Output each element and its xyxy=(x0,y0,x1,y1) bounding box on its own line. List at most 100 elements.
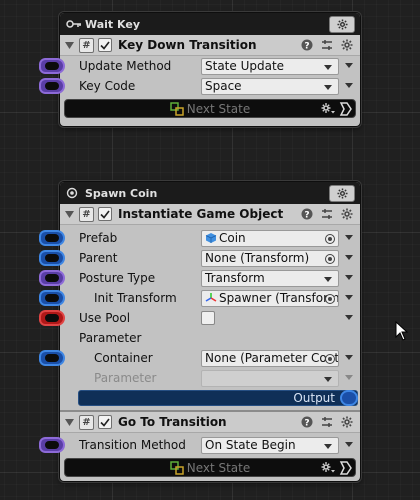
object-picker-icon[interactable] xyxy=(325,293,335,304)
help-icon[interactable]: ? xyxy=(300,207,314,221)
object-picker-icon[interactable] xyxy=(325,353,335,364)
foldout-arrow-icon[interactable] xyxy=(65,418,75,426)
component-enabled-checkbox[interactable] xyxy=(98,38,112,52)
row-menu-arrow-icon[interactable] xyxy=(345,442,353,447)
script-hash-icon: # xyxy=(79,37,94,53)
preset-icon[interactable] xyxy=(320,415,334,429)
next-state-label: Next State xyxy=(186,101,251,116)
input-port[interactable] xyxy=(39,250,65,266)
row-menu-arrow-icon[interactable] xyxy=(345,255,353,260)
state-link-icon xyxy=(169,101,184,116)
node-header[interactable]: Wait Key xyxy=(60,13,360,35)
node-spawn-coin[interactable]: Spawn Coin # Instantiate Game Object ? P… xyxy=(39,181,361,482)
update-method-dropdown[interactable]: State Update xyxy=(201,57,339,75)
next-state-bar[interactable]: Next State xyxy=(64,99,356,118)
field-label: Parent xyxy=(79,251,118,265)
parent-object-field[interactable]: None (Transform) xyxy=(201,249,339,267)
gear-icon[interactable] xyxy=(340,207,354,221)
transition-method-dropdown[interactable]: On State Begin xyxy=(201,436,339,454)
field-label: Prefab xyxy=(79,231,118,245)
input-port[interactable] xyxy=(39,437,65,453)
node-title: Spawn Coin xyxy=(85,186,158,200)
init-transform-object-field[interactable]: Spawner (Transform) xyxy=(201,289,339,307)
key-code-dropdown[interactable]: Space xyxy=(201,77,339,95)
node-title: Wait Key xyxy=(85,17,140,31)
help-icon[interactable]: ? xyxy=(300,38,314,52)
row-menu-arrow-icon[interactable] xyxy=(345,355,353,360)
component-header[interactable]: # Key Down Transition ? xyxy=(60,35,360,56)
input-port[interactable] xyxy=(39,78,65,94)
row-menu-arrow-icon[interactable] xyxy=(345,63,353,68)
foldout-arrow-icon[interactable] xyxy=(65,210,75,218)
row-menu-arrow-icon[interactable] xyxy=(345,83,353,88)
field-label: Parameter xyxy=(94,371,157,385)
input-port[interactable] xyxy=(39,58,65,74)
svg-text:?: ? xyxy=(304,419,309,429)
key-icon xyxy=(66,17,82,31)
field-label: Transition Method xyxy=(79,438,186,452)
output-port[interactable] xyxy=(340,390,358,406)
container-object-field[interactable]: None (Parameter Container) xyxy=(201,349,339,367)
row-menu-arrow-icon[interactable] xyxy=(345,235,353,240)
output-label: Output xyxy=(293,391,335,405)
parameter-dropdown xyxy=(201,369,339,387)
row-menu-arrow-icon[interactable] xyxy=(345,275,353,280)
output-port-icon[interactable] xyxy=(339,101,353,117)
component-header[interactable]: # Instantiate Game Object ? xyxy=(60,204,360,225)
field-row-parameter: Parameter xyxy=(60,368,360,388)
state-link-icon xyxy=(169,460,184,475)
field-row-update-method: Update Method State Update xyxy=(39,56,360,76)
mouse-cursor-icon xyxy=(395,320,409,344)
posture-type-dropdown[interactable]: Transform xyxy=(201,269,339,287)
node-header[interactable]: Spawn Coin xyxy=(60,182,360,204)
node-settings-button[interactable] xyxy=(329,185,355,202)
field-label: Init Transform xyxy=(94,291,177,305)
gear-icon[interactable] xyxy=(321,102,335,114)
field-row-container: Container None (Parameter Container) xyxy=(39,348,360,368)
state-circle-icon xyxy=(66,186,82,200)
input-port[interactable] xyxy=(39,310,65,326)
node-wait-key[interactable]: Wait Key # Key Down Transition ? Update … xyxy=(39,12,361,127)
next-state-label: Next State xyxy=(186,460,251,475)
script-hash-icon: # xyxy=(79,414,94,430)
next-state-bar[interactable]: Next State xyxy=(64,458,356,477)
object-picker-icon[interactable] xyxy=(325,233,335,244)
input-port[interactable] xyxy=(39,230,65,246)
field-row-init-transform: Init Transform Spawner (Transform) xyxy=(39,288,360,308)
row-menu-arrow-icon[interactable] xyxy=(345,295,353,300)
field-row-key-code: Key Code Space xyxy=(39,76,360,96)
prefab-cube-icon xyxy=(205,233,217,243)
preset-icon[interactable] xyxy=(320,38,334,52)
gear-icon[interactable] xyxy=(321,461,335,473)
gear-icon xyxy=(336,188,348,199)
output-port-icon[interactable] xyxy=(339,460,353,476)
component-header[interactable]: # Go To Transition ? xyxy=(60,412,360,433)
field-row-prefab: Prefab Coin xyxy=(39,228,360,248)
field-label: Use Pool xyxy=(79,311,131,325)
output-bar[interactable]: Output xyxy=(78,390,358,406)
field-label: Key Code xyxy=(79,79,136,93)
svg-text:?: ? xyxy=(304,211,309,221)
gear-icon[interactable] xyxy=(340,415,354,429)
prefab-object-field[interactable]: Coin xyxy=(201,229,339,247)
field-label: Posture Type xyxy=(79,271,156,285)
field-label: Update Method xyxy=(79,59,172,73)
row-menu-arrow-icon[interactable] xyxy=(345,315,353,320)
gear-icon xyxy=(336,19,348,30)
preset-icon[interactable] xyxy=(320,207,334,221)
field-row-parameter-header: Parameter xyxy=(60,328,360,348)
input-port[interactable] xyxy=(39,290,65,306)
component-enabled-checkbox[interactable] xyxy=(98,207,112,221)
section-label: Parameter xyxy=(79,331,142,345)
help-icon[interactable]: ? xyxy=(300,415,314,429)
component-enabled-checkbox[interactable] xyxy=(98,415,112,429)
input-port[interactable] xyxy=(39,270,65,286)
object-picker-icon[interactable] xyxy=(325,253,335,264)
input-port[interactable] xyxy=(39,350,65,366)
field-row-parent: Parent None (Transform) xyxy=(39,248,360,268)
node-settings-button[interactable] xyxy=(329,16,355,33)
script-hash-icon: # xyxy=(79,206,94,222)
foldout-arrow-icon[interactable] xyxy=(65,41,75,49)
use-pool-checkbox[interactable] xyxy=(201,311,215,325)
gear-icon[interactable] xyxy=(340,38,354,52)
